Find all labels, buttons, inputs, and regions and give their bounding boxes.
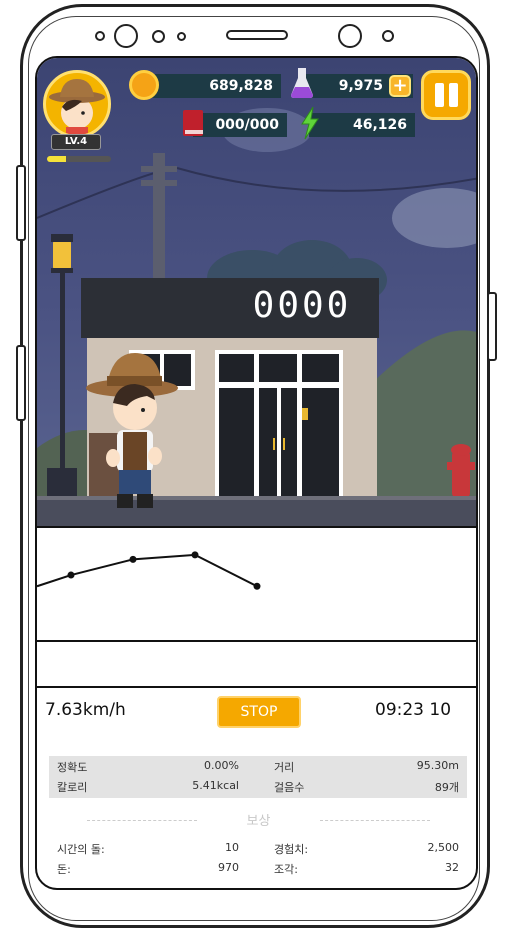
speed-data-point xyxy=(129,555,137,563)
steps-label: 걸음수 xyxy=(274,781,305,794)
speaker-grille xyxy=(226,30,288,40)
stats-row-2: 칼로리 5.41kcal 걸음수 89개 xyxy=(49,776,467,796)
time-stone-label: 시간의 돌: xyxy=(57,843,105,856)
exp-value: 2,500 xyxy=(427,841,460,854)
chart-footer-strip xyxy=(37,640,476,688)
sensor-dot xyxy=(177,32,186,41)
calorie-value: 5.41kcal xyxy=(192,779,239,792)
book-value: 000/000 xyxy=(215,117,279,133)
money-label: 돈: xyxy=(57,863,71,876)
scoreboard-display: 0000 xyxy=(252,285,352,326)
exp-label: 경험치: xyxy=(274,843,309,856)
sensor-dot xyxy=(382,30,394,42)
speed-data-point xyxy=(253,582,261,590)
stop-button[interactable]: STOP xyxy=(217,696,301,728)
sensor-camera xyxy=(338,24,362,48)
lightning-icon xyxy=(301,106,319,140)
xp-progress-fill xyxy=(47,156,67,162)
speed-data-point xyxy=(67,571,75,579)
calorie-label: 칼로리 xyxy=(57,781,88,794)
coin-icon xyxy=(129,70,159,100)
potion-value: 9,975 xyxy=(338,78,383,94)
speed-line-chart xyxy=(37,551,261,590)
side-button-left-2 xyxy=(16,345,26,421)
potion-icon xyxy=(291,68,313,98)
reward-row-1: 시간의 돌: 10 경험치: 2,500 xyxy=(49,838,467,858)
pause-button[interactable] xyxy=(421,70,471,120)
stats-row-1: 정확도 0.00% 거리 95.30m xyxy=(49,756,467,776)
accuracy-label: 정확도 xyxy=(57,761,88,774)
steps-value: 89개 xyxy=(434,781,459,794)
pause-icon xyxy=(449,83,458,107)
time-stone-value: 10 xyxy=(225,841,239,854)
accuracy-value: 0.00% xyxy=(204,759,239,772)
side-button-right xyxy=(487,292,497,361)
xp-progress-bar xyxy=(47,156,111,162)
app-screen: 0000 LV.4 689,828 9,975 + 000/000 46,126… xyxy=(35,56,478,890)
speed-chart-panel xyxy=(37,526,476,642)
money-value: 970 xyxy=(218,861,239,874)
distance-label: 거리 xyxy=(274,761,295,774)
level-badge: LV.4 xyxy=(51,134,101,150)
pause-icon xyxy=(435,83,444,107)
energy-value: 46,126 xyxy=(352,117,407,133)
front-camera xyxy=(114,24,138,48)
speed-display: 7.63km/h xyxy=(45,700,126,720)
game-scene: 0000 LV.4 689,828 9,975 + 000/000 46,126 xyxy=(37,58,476,526)
piece-label: 조각: xyxy=(274,863,298,876)
side-button-left-1 xyxy=(16,165,26,241)
book-icon xyxy=(183,110,203,136)
sensor-dot xyxy=(95,31,105,41)
speed-series-line xyxy=(37,553,258,588)
coin-counter: 689,828 xyxy=(139,74,281,98)
reward-row-2: 돈: 970 조각: 32 xyxy=(49,858,467,878)
piece-value: 32 xyxy=(445,861,459,874)
add-potion-button[interactable]: + xyxy=(389,75,411,97)
energy-counter: 46,126 xyxy=(309,113,415,137)
speed-data-point xyxy=(191,551,199,559)
coin-value: 689,828 xyxy=(209,78,273,94)
distance-value: 95.30m xyxy=(416,759,459,772)
book-counter: 000/000 xyxy=(193,113,287,137)
reward-divider-right xyxy=(320,820,430,821)
player-avatar[interactable] xyxy=(43,70,111,138)
sensor-dot xyxy=(152,30,165,43)
timer-display: 09:23 10 xyxy=(375,700,452,720)
cowboy-avatar-icon xyxy=(49,79,105,135)
